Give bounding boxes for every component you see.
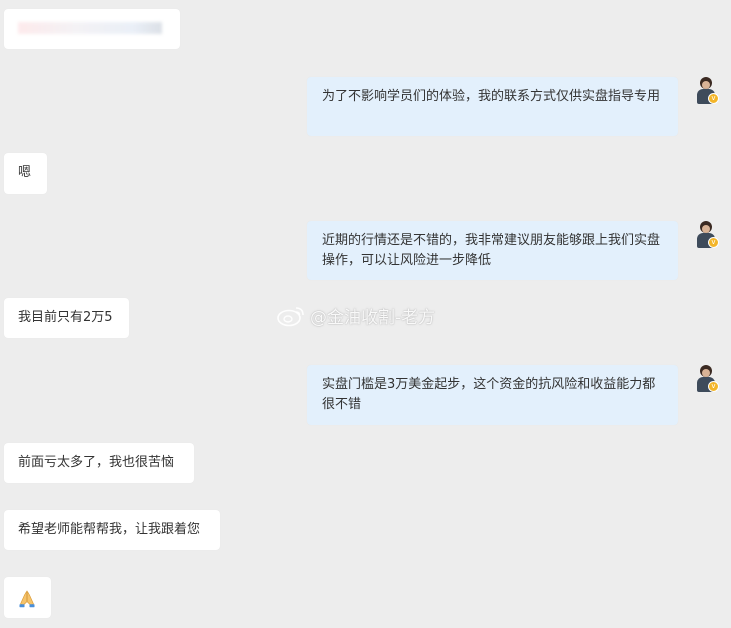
message-text: 我目前只有2万5 (18, 310, 113, 325)
message-bubble-received: 嗯 (4, 153, 47, 194)
message-text: 实盘门槛是3万美金起步，这个资金的抗风险和收益能力都很不错 (322, 377, 656, 412)
folded-hands-icon (19, 590, 35, 608)
message-text: 嗯 (18, 165, 32, 180)
message-text: 希望老师能帮帮我，让我跟着您 (18, 522, 201, 537)
message-text: 为了不影响学员们的体验，我的联系方式仅供实盘指导专用 (322, 89, 661, 104)
avatar[interactable]: v (695, 220, 719, 248)
watermark-text: @金油收割-老方 (310, 307, 436, 328)
weibo-icon (277, 307, 304, 327)
message-text: 前面亏太多了，我也很苦恼 (18, 455, 175, 470)
avatar[interactable]: v (695, 364, 719, 392)
verified-badge-icon: v (708, 381, 719, 392)
message-bubble-received: 希望老师能帮帮我，让我跟着您 (4, 510, 220, 550)
message-bubble-received: 我目前只有2万5 (4, 298, 129, 338)
watermark: @金油收割-老方 (276, 301, 435, 329)
message-bubble-sent: 近期的行情还是不错的，我非常建议朋友能够跟上我们实盘操作，可以让风险进一步降低 (307, 221, 678, 280)
message-bubble-redacted (4, 9, 180, 49)
verified-badge-icon: v (708, 93, 719, 104)
verified-badge-icon: v (708, 237, 719, 248)
message-bubble-sent: 为了不影响学员们的体验，我的联系方式仅供实盘指导专用 (307, 77, 678, 136)
message-bubble-received: 前面亏太多了，我也很苦恼 (4, 443, 194, 483)
message-bubble-sent: 实盘门槛是3万美金起步，这个资金的抗风险和收益能力都很不错 (307, 365, 678, 425)
redacted-content (18, 22, 162, 34)
message-text: 近期的行情还是不错的，我非常建议朋友能够跟上我们实盘操作，可以让风险进一步降低 (322, 233, 661, 268)
avatar[interactable]: v (695, 76, 719, 104)
